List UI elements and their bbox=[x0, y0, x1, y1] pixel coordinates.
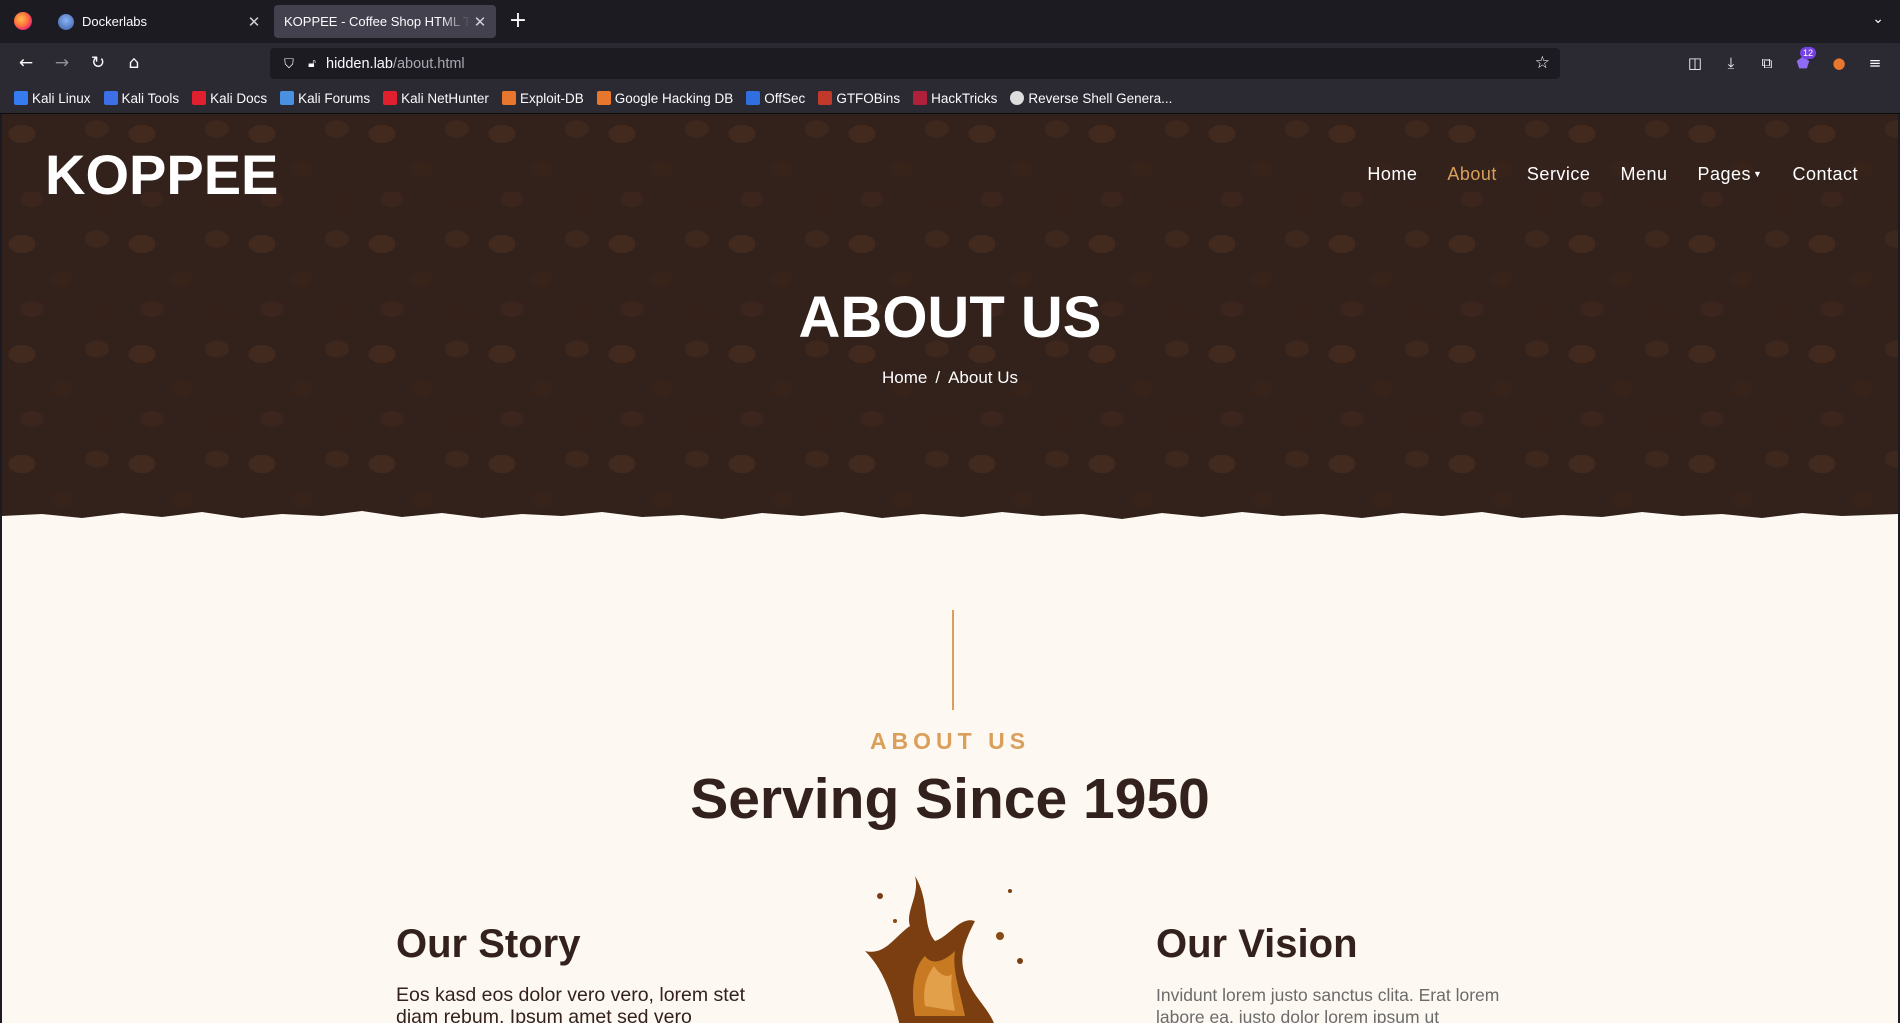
bookmark-star-icon[interactable]: ☆ bbox=[1535, 53, 1550, 73]
section-divider-line bbox=[952, 610, 954, 710]
hamburger-menu-icon[interactable]: ≡ bbox=[1863, 51, 1887, 75]
close-tab-icon[interactable]: ✕ bbox=[244, 13, 264, 31]
kali-tools-icon bbox=[103, 91, 118, 105]
bookmark-kali-forums[interactable]: Kali Forums bbox=[280, 91, 370, 106]
url-bar[interactable]: ⛉ 🔓︎ hidden.lab/about.html ☆ bbox=[270, 48, 1560, 79]
offsec-icon bbox=[746, 91, 761, 105]
nav-pages-label: Pages bbox=[1697, 164, 1752, 184]
reload-icon[interactable]: ↻ bbox=[86, 51, 110, 75]
tab-title: KOPPEE - Coffee Shop HTML Template bbox=[284, 14, 470, 29]
bookmark-label: GTFOBins bbox=[836, 90, 901, 106]
bookmark-hacktricks[interactable]: HackTricks bbox=[913, 91, 997, 106]
kali-forums-icon bbox=[280, 91, 295, 105]
extension-fox-icon[interactable]: ● bbox=[1827, 51, 1851, 75]
story-text: Eos kasd eos dolor vero vero, lorem stet… bbox=[396, 984, 745, 1023]
pocket-icon[interactable]: ◫ bbox=[1683, 51, 1707, 75]
ghdb-icon bbox=[596, 91, 611, 105]
exploit-db-icon bbox=[501, 91, 516, 105]
gtfobins-icon bbox=[818, 91, 833, 105]
tab-title: Dockerlabs bbox=[82, 14, 148, 29]
bookmark-label: Kali NetHunter bbox=[401, 90, 489, 106]
bookmark-label: Kali Docs bbox=[210, 90, 268, 106]
bookmark-ghdb[interactable]: Google Hacking DB bbox=[596, 90, 734, 106]
breadcrumb-home-link[interactable]: Home bbox=[882, 368, 927, 387]
breadcrumb: Home / About Us bbox=[2, 368, 1898, 388]
bookmark-kali-docs[interactable]: Kali Docs bbox=[192, 91, 267, 106]
extension-count-badge: 12 bbox=[1800, 47, 1817, 59]
nav-home[interactable]: Home bbox=[1367, 164, 1417, 185]
bookmark-exploit-db[interactable]: Exploit-DB bbox=[501, 90, 584, 106]
skull-icon bbox=[1010, 91, 1025, 105]
nav-menu[interactable]: Menu bbox=[1620, 164, 1667, 185]
forward-arrow-icon[interactable]: → bbox=[50, 51, 74, 75]
new-tab-plus-icon[interactable]: + bbox=[508, 9, 528, 33]
breadcrumb-separator: / bbox=[935, 368, 941, 387]
section-eyebrow: ABOUT US bbox=[869, 728, 1031, 754]
main-nav: Home About Service Menu Pages ▼ Contact bbox=[1337, 164, 1858, 185]
bookmark-gtfobins[interactable]: GTFOBins bbox=[818, 91, 900, 106]
bookmark-kali-tools[interactable]: Kali Tools bbox=[103, 90, 180, 106]
navigation-toolbar: ← → ↻ ⌂ ⛉ 🔓︎ hidden.lab/about.html ☆ ◫ ⤓… bbox=[0, 43, 1900, 83]
tab-dockerlabs[interactable]: Dockerlabs ✕ bbox=[46, 5, 270, 38]
bookmark-label: Exploit-DB bbox=[519, 90, 584, 106]
firefox-logo-icon[interactable] bbox=[14, 12, 32, 30]
site-logo[interactable]: KOPPEE bbox=[45, 142, 278, 207]
insecure-lock-icon[interactable]: 🔓︎ bbox=[304, 56, 320, 71]
story-title: Our Story bbox=[396, 922, 581, 966]
nav-about[interactable]: About bbox=[1447, 164, 1497, 185]
globe-favicon-icon bbox=[58, 13, 74, 30]
hero-banner: KOPPEE Home About Service Menu Pages ▼ Co… bbox=[2, 114, 1898, 519]
bookmark-offsec[interactable]: OffSec bbox=[746, 91, 805, 106]
bookmark-label: HackTricks bbox=[931, 90, 998, 106]
nethunter-icon bbox=[383, 91, 398, 105]
url-host: hidden.lab bbox=[326, 55, 393, 72]
bookmark-label: Reverse Shell Genera... bbox=[1028, 90, 1173, 106]
bookmark-label: Kali Linux bbox=[32, 90, 91, 106]
kali-dragon-icon bbox=[14, 91, 28, 105]
hacktricks-icon bbox=[913, 91, 928, 105]
nav-contact[interactable]: Contact bbox=[1792, 164, 1858, 185]
vision-title: Our Vision bbox=[1156, 922, 1358, 966]
tab-strip: Dockerlabs ✕ KOPPEE - Coffee Shop HTML T… bbox=[0, 0, 1900, 43]
caret-down-icon: ▼ bbox=[1753, 169, 1763, 179]
bookmark-label: Kali Forums bbox=[298, 90, 371, 106]
close-tab-icon[interactable]: ✕ bbox=[470, 13, 490, 31]
home-icon[interactable]: ⌂ bbox=[122, 51, 146, 75]
extensions-puzzle-icon[interactable]: ⧉ bbox=[1755, 51, 1779, 75]
downloads-icon[interactable]: ⤓ bbox=[1719, 51, 1743, 75]
bookmark-label: Google Hacking DB bbox=[614, 90, 734, 106]
page-title: ABOUT US bbox=[798, 285, 1102, 350]
bookmark-label: OffSec bbox=[764, 90, 806, 106]
url-path: /about.html bbox=[392, 55, 465, 72]
kali-docs-icon bbox=[192, 91, 207, 105]
vision-text: Invidunt lorem justo sanctus clita. Erat… bbox=[1156, 985, 1500, 1023]
bookmark-kali-nethunter[interactable]: Kali NetHunter bbox=[383, 91, 489, 106]
breadcrumb-current: About Us bbox=[948, 368, 1019, 387]
nav-service[interactable]: Service bbox=[1527, 164, 1591, 185]
back-arrow-icon[interactable]: ← bbox=[14, 51, 38, 75]
section-heading: Serving Since 1950 bbox=[690, 767, 1210, 831]
bookmark-kali-linux[interactable]: Kali Linux bbox=[14, 91, 91, 106]
tracking-shield-icon[interactable]: ⛉ bbox=[280, 56, 298, 72]
page-viewport: KOPPEE Home About Service Menu Pages ▼ Co… bbox=[2, 114, 1898, 1023]
list-all-tabs-chevron-icon[interactable]: ⌄ bbox=[1872, 11, 1884, 27]
bookmark-reverse-shell[interactable]: Reverse Shell Genera... bbox=[1010, 91, 1172, 106]
torn-paper-edge bbox=[2, 511, 1898, 534]
nav-pages[interactable]: Pages ▼ bbox=[1697, 164, 1762, 185]
tab-koppee[interactable]: KOPPEE - Coffee Shop HTML Template ✕ bbox=[274, 5, 496, 38]
bookmark-label: Kali Tools bbox=[121, 90, 180, 106]
coffee-splash-image bbox=[865, 876, 1023, 1023]
bookmarks-toolbar: Kali Linux Kali Tools Kali Docs Kali For… bbox=[0, 83, 1900, 114]
